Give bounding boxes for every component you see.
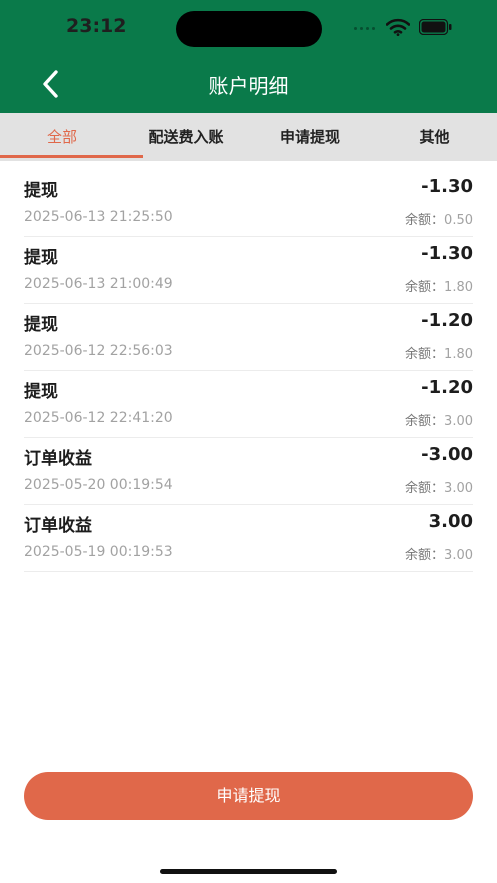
filter-tabs: 全部 配送费入账 申请提现 其他 [0, 113, 497, 161]
balance-value: 3.00 [444, 548, 473, 563]
battery-icon [419, 19, 452, 35]
dynamic-island [176, 11, 322, 47]
tab-all[interactable]: 全部 [0, 113, 124, 161]
record-type: 提现 [24, 382, 58, 402]
balance-value: 3.00 [444, 481, 473, 496]
record-amount: -1.20 [421, 310, 473, 331]
record-balance: 余额：1.80 [405, 343, 473, 362]
balance-label: 余额： [405, 548, 445, 563]
record-time: 2025-06-12 22:41:20 [24, 410, 173, 426]
record-balance: 余额：1.80 [405, 276, 473, 295]
balance-label: 余额： [405, 414, 445, 429]
list-item[interactable]: 提现 -1.20 2025-06-12 22:56:03 余额：1.80 [24, 304, 473, 371]
record-type: 提现 [24, 315, 58, 335]
tab-other[interactable]: 其他 [372, 113, 497, 161]
balance-value: 1.80 [444, 347, 473, 362]
balance-label: 余额： [405, 213, 445, 228]
withdraw-button[interactable]: 申请提现 [24, 772, 473, 820]
transaction-list: 提现 -1.30 2025-06-13 21:25:50 余额：0.50 提现 … [24, 170, 473, 572]
record-balance: 余额：3.00 [405, 410, 473, 429]
record-amount: -1.30 [421, 243, 473, 264]
list-item[interactable]: 提现 -1.30 2025-06-13 21:00:49 余额：1.80 [24, 237, 473, 304]
tab-delivery-fee[interactable]: 配送费入账 [124, 113, 248, 161]
tab-withdraw-request[interactable]: 申请提现 [248, 113, 372, 161]
record-amount: 3.00 [428, 511, 473, 532]
app-header: 23:12 账户明细 [0, 0, 497, 113]
record-type: 订单收益 [24, 516, 92, 536]
balance-label: 余额： [405, 347, 445, 362]
record-balance: 余额：3.00 [405, 477, 473, 496]
record-time: 2025-05-19 00:19:53 [24, 544, 173, 560]
record-amount: -3.00 [421, 444, 473, 465]
record-balance: 余额：3.00 [405, 544, 473, 563]
home-indicator [160, 869, 337, 874]
record-time: 2025-06-13 21:00:49 [24, 276, 173, 292]
balance-value: 0.50 [444, 213, 473, 228]
page-title: 账户明细 [208, 74, 289, 98]
active-tab-indicator [0, 155, 143, 158]
record-type: 提现 [24, 248, 58, 268]
record-time: 2025-06-13 21:25:50 [24, 209, 173, 225]
record-time: 2025-06-12 22:56:03 [24, 343, 173, 359]
record-amount: -1.30 [421, 176, 473, 197]
record-type: 提现 [24, 181, 58, 201]
record-amount: -1.20 [421, 377, 473, 398]
record-type: 订单收益 [24, 449, 92, 469]
list-item[interactable]: 提现 -1.30 2025-06-13 21:25:50 余额：0.50 [24, 170, 473, 237]
balance-value: 3.00 [444, 414, 473, 429]
balance-label: 余额： [405, 280, 445, 295]
list-item[interactable]: 订单收益 -3.00 2025-05-20 00:19:54 余额：3.00 [24, 438, 473, 505]
list-item[interactable]: 提现 -1.20 2025-06-12 22:41:20 余额：3.00 [24, 371, 473, 438]
wifi-icon [386, 18, 410, 36]
list-item[interactable]: 订单收益 3.00 2025-05-19 00:19:53 余额：3.00 [24, 505, 473, 572]
record-balance: 余额：0.50 [405, 209, 473, 228]
record-time: 2025-05-20 00:19:54 [24, 477, 173, 493]
balance-label: 余额： [405, 481, 445, 496]
signal-dots-icon [354, 27, 378, 31]
balance-value: 1.80 [444, 280, 473, 295]
status-time: 23:12 [66, 15, 127, 37]
